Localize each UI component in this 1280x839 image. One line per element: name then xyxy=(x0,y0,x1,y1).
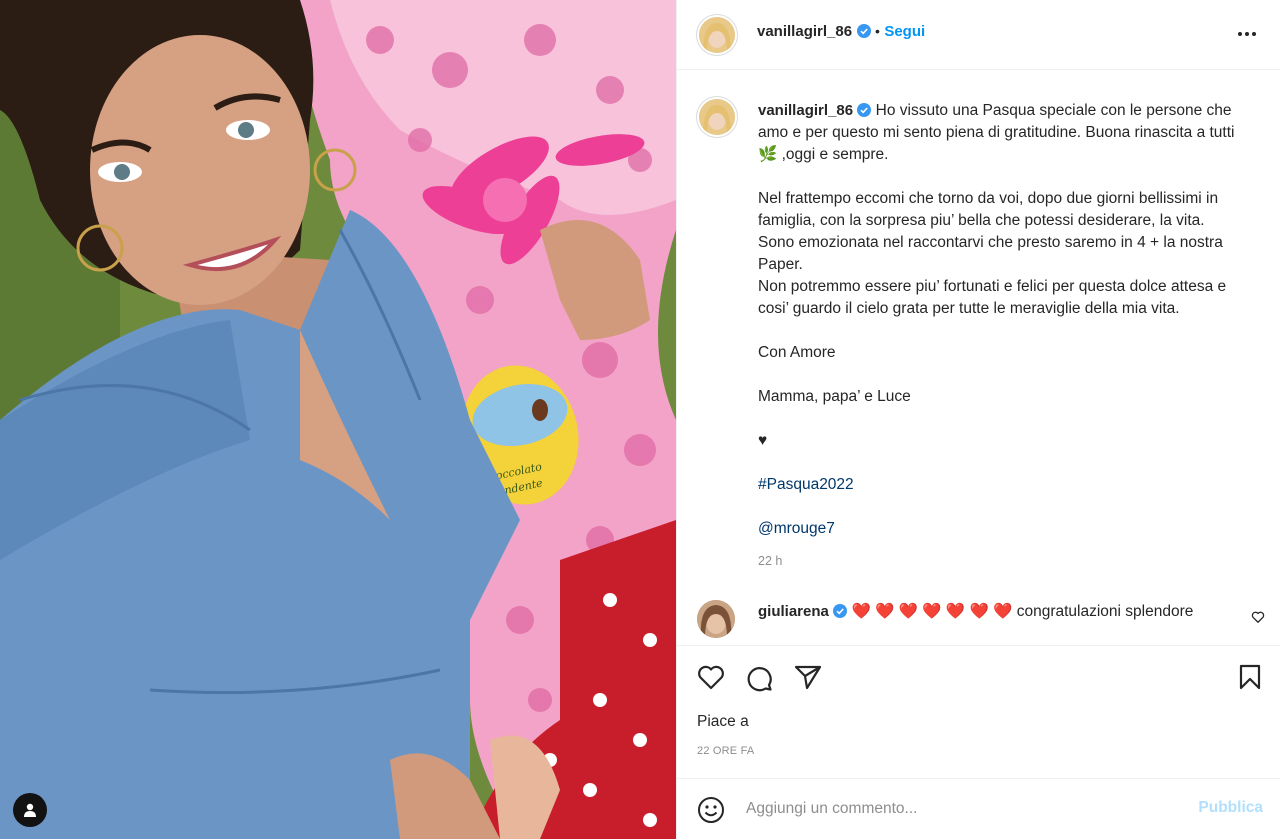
save-button[interactable] xyxy=(1238,664,1262,695)
add-comment-bar: Pubblica xyxy=(677,778,1280,839)
verified-icon xyxy=(856,24,871,38)
like-button[interactable] xyxy=(697,664,725,695)
post-caption: vanillagirl_86 Ho vissuto una Pasqua spe… xyxy=(758,100,1258,562)
share-button[interactable] xyxy=(794,664,822,695)
separator-dot: • xyxy=(874,23,880,39)
comment-button[interactable] xyxy=(745,664,773,697)
caption-line: Non potremmo essere piu’ fortunati e fel… xyxy=(758,278,1227,317)
caption-line: Sono emozionata nel raccontarvi che pres… xyxy=(758,234,1223,273)
more-icon xyxy=(1238,32,1256,36)
user-icon xyxy=(24,803,36,817)
caption-avatar[interactable] xyxy=(699,99,735,135)
verified-icon xyxy=(857,103,872,117)
heart-icon xyxy=(698,665,724,690)
bookmark-icon xyxy=(1239,664,1261,690)
caption-signature: Mamma, papa’ e Luce xyxy=(758,388,911,405)
comment-input[interactable] xyxy=(744,793,1188,825)
author-avatar[interactable] xyxy=(699,17,735,53)
caption-heart: ♥ xyxy=(758,432,768,449)
publish-button[interactable]: Pubblica xyxy=(1198,799,1263,817)
caption-closing: Con Amore xyxy=(758,344,836,361)
share-icon xyxy=(794,665,822,690)
caption-username[interactable]: vanillagirl_86 xyxy=(758,102,853,119)
commenter-username[interactable]: giuliarena xyxy=(758,603,829,620)
comment-icon xyxy=(747,667,772,692)
post-header: vanillagirl_86 • Segui xyxy=(677,0,1280,70)
more-options-button[interactable] xyxy=(1237,22,1257,51)
emoji-icon xyxy=(698,797,724,823)
verified-icon xyxy=(833,604,848,618)
post-image: Cioccolato Fondente xyxy=(0,0,676,839)
mention-link[interactable]: @mrouge7 xyxy=(758,520,835,537)
comment-item: giuliarena ❤️ ❤️ ❤️ ❤️ ❤️ ❤️ ❤️ congratu… xyxy=(677,598,1280,644)
post-photo[interactable]: Cioccolato Fondente xyxy=(0,0,676,839)
emoji-button[interactable] xyxy=(697,796,725,829)
likes-label[interactable]: Piace a xyxy=(697,713,749,731)
comment-body: ❤️ ❤️ ❤️ ❤️ ❤️ ❤️ ❤️ congratulazioni spl… xyxy=(851,603,1194,620)
post-date[interactable]: 22 ORE FA xyxy=(697,745,754,757)
post-actions: Piace a 22 ORE FA xyxy=(677,645,1280,778)
post-panel: vanillagirl_86 • Segui vanillagirl_86 Ho… xyxy=(676,0,1280,839)
like-comment-button[interactable] xyxy=(1251,610,1265,629)
caption-line: Nel frattempo eccomi che torno da voi, d… xyxy=(758,190,1219,229)
author-username[interactable]: vanillagirl_86 xyxy=(757,23,852,40)
follow-button[interactable]: Segui xyxy=(884,23,925,40)
heart-icon xyxy=(1251,611,1265,623)
caption-timestamp[interactable]: 22 h xyxy=(758,554,782,568)
commenter-avatar[interactable] xyxy=(697,600,735,638)
tagged-users-button[interactable] xyxy=(13,793,47,827)
hashtag-link[interactable]: #Pasqua2022 xyxy=(758,476,854,493)
